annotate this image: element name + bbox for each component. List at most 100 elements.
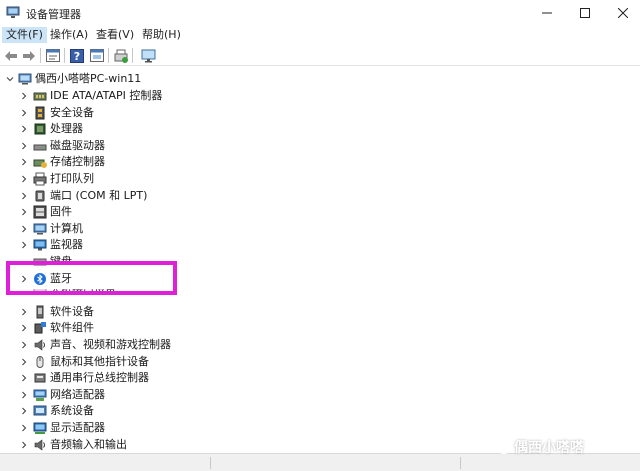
display-adapter-icon xyxy=(33,422,47,434)
chevron-right-icon[interactable] xyxy=(20,175,28,183)
tree-node[interactable]: 计算机 xyxy=(0,221,640,237)
chevron-right-icon[interactable] xyxy=(20,358,28,366)
tree-node[interactable]: 软件组件 xyxy=(0,320,640,336)
processor-icon xyxy=(34,123,46,135)
chevron-right-icon[interactable] xyxy=(20,341,28,349)
maximize-button[interactable] xyxy=(566,0,604,26)
chevron-right-icon[interactable] xyxy=(20,125,28,133)
software-component-icon xyxy=(34,322,46,334)
close-button[interactable] xyxy=(604,0,640,26)
menu-view[interactable]: 查看(V) xyxy=(92,27,138,43)
tree-node[interactable]: 磁盘驱动器 xyxy=(0,138,640,154)
software-device-icon xyxy=(36,305,44,319)
tree-root-label: 偶西小嗒嗒PC-win11 xyxy=(35,72,142,85)
chevron-right-icon[interactable] xyxy=(20,225,28,233)
computer-root-icon xyxy=(18,73,32,85)
monitor-icon xyxy=(141,49,155,62)
toolbar-separator xyxy=(132,48,133,63)
help-button[interactable]: ? xyxy=(69,48,85,63)
tree-node-label: 固件 xyxy=(50,205,72,219)
back-icon xyxy=(5,50,17,61)
chevron-right-icon[interactable] xyxy=(20,109,28,117)
audio-icon xyxy=(34,339,45,351)
chevron-right-icon[interactable] xyxy=(20,142,28,150)
window-title: 设备管理器 xyxy=(26,8,81,21)
chevron-right-icon[interactable] xyxy=(20,158,28,166)
tree-node-label: 监视器 xyxy=(50,238,83,252)
firmware-icon xyxy=(33,205,47,219)
chevron-right-icon[interactable] xyxy=(20,441,28,449)
chevron-right-icon[interactable] xyxy=(20,208,28,216)
tree-node[interactable]: 软件设备 xyxy=(0,304,640,320)
tree-node[interactable]: 鼠标和其他指针设备 xyxy=(0,354,640,370)
tree-node[interactable]: 存储控制器 xyxy=(0,154,640,170)
scan-hardware-button[interactable] xyxy=(140,48,156,63)
system-device-icon xyxy=(33,405,47,416)
tree-node[interactable]: 系统设备 xyxy=(0,403,640,419)
tree-node[interactable]: 安全设备 xyxy=(0,105,640,121)
tree-node-label: 磁盘驱动器 xyxy=(50,138,105,152)
update-driver-button[interactable] xyxy=(113,48,129,63)
menu-action[interactable]: 操作(A) xyxy=(46,27,92,43)
device-manager-icon xyxy=(6,6,20,18)
chevron-right-icon[interactable] xyxy=(20,241,28,249)
chevron-right-icon[interactable] xyxy=(20,192,28,200)
tree-node[interactable]: 打印队列 xyxy=(0,171,640,187)
chevron-right-icon[interactable] xyxy=(20,92,28,100)
tree-node[interactable]: 处理器 xyxy=(0,121,640,137)
bluetooth-highlight-box xyxy=(6,261,177,295)
watermark-logo-icon xyxy=(496,438,512,454)
computer-icon xyxy=(33,223,47,235)
menu-help[interactable]: 帮助(H) xyxy=(138,27,185,43)
tree-node-label: 打印队列 xyxy=(50,172,94,185)
mouse-icon xyxy=(36,355,44,368)
details-button[interactable] xyxy=(89,48,105,63)
audio-io-icon xyxy=(34,438,45,451)
tree-node-label: 软件设备 xyxy=(50,304,94,318)
tree-node-label: 网络适配器 xyxy=(50,387,105,401)
toolbar-separator xyxy=(108,48,109,63)
chevron-right-icon[interactable] xyxy=(20,424,28,432)
properties-button[interactable] xyxy=(45,48,61,63)
tree-node[interactable]: IDE ATA/ATAPI 控制器 xyxy=(0,88,640,104)
toolbar-separator xyxy=(64,48,65,63)
tree-node[interactable]: 通用串行总线控制器 xyxy=(0,370,640,386)
status-separator xyxy=(460,457,461,469)
tree-node[interactable]: 显示适配器 xyxy=(0,420,640,436)
toolbar-separator xyxy=(40,48,41,63)
tree-node[interactable]: 网络适配器 xyxy=(0,387,640,403)
printer-icon xyxy=(33,172,47,186)
details-icon xyxy=(90,49,104,62)
tree-node[interactable]: 声音、视频和游戏控制器 xyxy=(0,337,640,353)
tree-node-label: 软件组件 xyxy=(50,321,94,335)
minimize-button[interactable] xyxy=(528,0,566,26)
help-icon: ? xyxy=(70,48,84,63)
tree-node[interactable]: 固件 xyxy=(0,204,640,220)
chevron-right-icon[interactable] xyxy=(20,308,28,316)
tree-node-label: 音频输入和输出 xyxy=(50,437,127,451)
chevron-right-icon[interactable] xyxy=(20,391,28,399)
chevron-right-icon[interactable] xyxy=(20,374,28,382)
tree-node-label: 计算机 xyxy=(50,221,83,235)
chevron-right-icon[interactable] xyxy=(20,324,28,332)
usb-icon xyxy=(34,373,46,383)
tree-node[interactable]: 端口 (COM 和 LPT) xyxy=(0,188,640,204)
properties-icon xyxy=(46,49,60,62)
tree-node-label: 存储控制器 xyxy=(50,155,105,169)
port-icon xyxy=(35,190,45,202)
update-driver-icon xyxy=(114,49,128,63)
chevron-down-icon[interactable] xyxy=(6,75,14,83)
back-button[interactable] xyxy=(3,48,19,63)
status-separator xyxy=(210,457,211,469)
tree-root[interactable]: 偶西小嗒嗒PC-win11 xyxy=(0,71,640,87)
tree-node-label: IDE ATA/ATAPI 控制器 xyxy=(50,89,163,102)
menu-bar: 文件(F) 操作(A) 查看(V) 帮助(H) xyxy=(0,26,640,44)
ide-controller-icon xyxy=(33,92,47,101)
tree-node[interactable]: 监视器 xyxy=(0,237,640,253)
tree-node-label: 声音、视频和游戏控制器 xyxy=(50,338,171,351)
storage-controller-icon xyxy=(33,159,47,169)
menu-file[interactable]: 文件(F) xyxy=(2,27,47,43)
tree-node-label: 系统设备 xyxy=(50,404,94,418)
forward-button[interactable] xyxy=(21,48,37,63)
chevron-right-icon[interactable] xyxy=(20,407,28,415)
